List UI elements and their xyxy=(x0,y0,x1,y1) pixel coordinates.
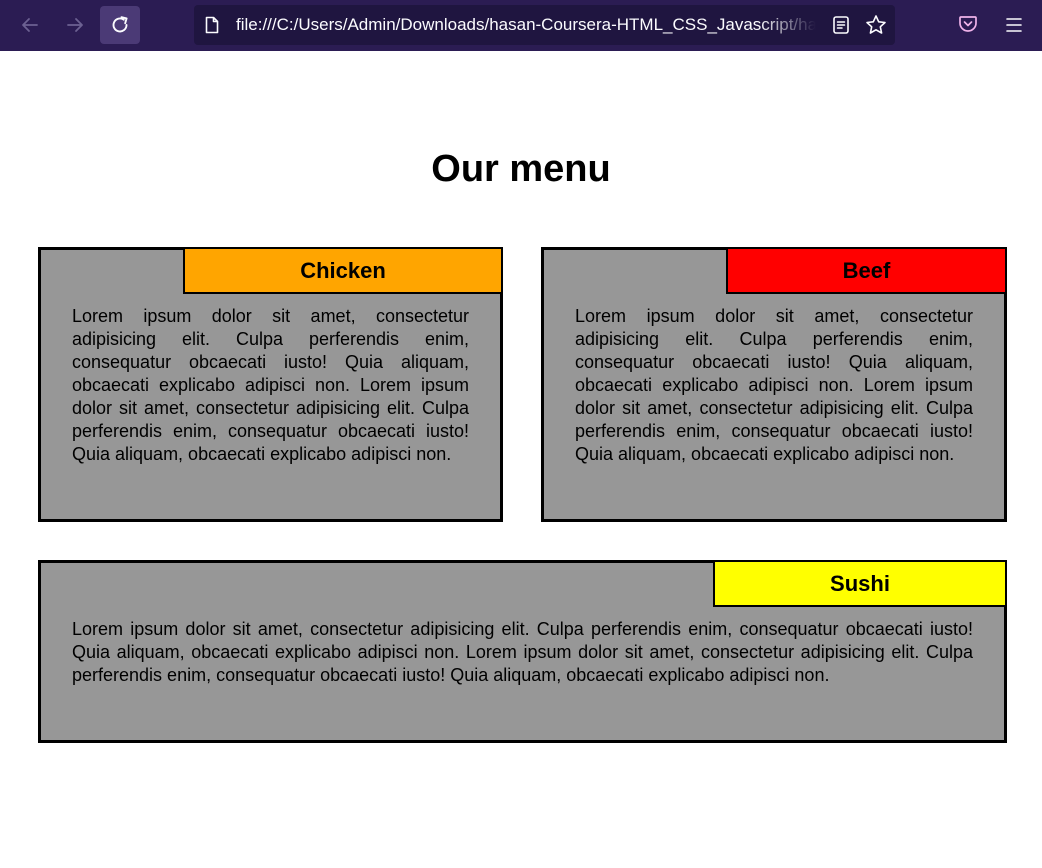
card-label-sushi: Sushi xyxy=(713,560,1007,607)
page-content: Our menu Chicken Lorem ipsum dolor sit a… xyxy=(0,51,1042,868)
card-text-sushi: Lorem ipsum dolor sit amet, consectetur … xyxy=(72,619,973,685)
card-text-chicken: Lorem ipsum dolor sit amet, consectetur … xyxy=(72,306,469,464)
reload-icon xyxy=(112,16,128,33)
reload-button[interactable] xyxy=(100,6,140,44)
reader-view-icon[interactable] xyxy=(831,15,851,35)
card-text-beef: Lorem ipsum dolor sit amet, consectetur … xyxy=(575,306,973,464)
address-bar[interactable]: file:///C:/Users/Admin/Downloads/hasan-C… xyxy=(194,5,895,45)
bookmark-star-icon[interactable] xyxy=(865,14,887,36)
menu-card-chicken: Chicken Lorem ipsum dolor sit amet, cons… xyxy=(38,247,503,522)
card-label-beef: Beef xyxy=(726,247,1007,294)
page-title: Our menu xyxy=(431,148,611,190)
menu-card-sushi: Sushi Lorem ipsum dolor sit amet, consec… xyxy=(38,560,1007,743)
page-icon xyxy=(205,16,219,34)
back-button[interactable] xyxy=(10,6,50,44)
menu-card-beef: Beef Lorem ipsum dolor sit amet, consect… xyxy=(541,247,1007,522)
forward-arrow-icon xyxy=(67,18,83,32)
pocket-icon[interactable] xyxy=(958,14,978,34)
hamburger-menu-icon[interactable] xyxy=(1005,16,1023,34)
card-label-chicken: Chicken xyxy=(183,247,503,294)
forward-button[interactable] xyxy=(55,6,95,44)
back-arrow-icon xyxy=(22,18,38,32)
browser-toolbar: file:///C:/Users/Admin/Downloads/hasan-C… xyxy=(0,0,1042,51)
url-text[interactable]: file:///C:/Users/Admin/Downloads/hasan-C… xyxy=(236,5,816,45)
